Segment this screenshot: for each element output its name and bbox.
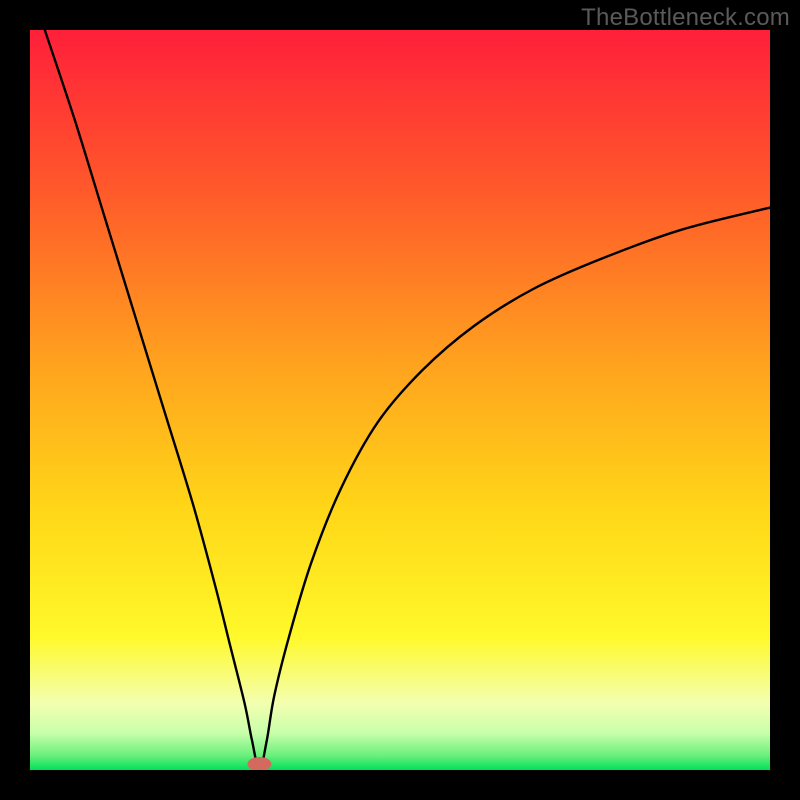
chart-frame: TheBottleneck.com [0,0,800,800]
watermark-text: TheBottleneck.com [581,4,790,32]
chart-background-gradient [30,30,770,770]
bottleneck-chart [30,30,770,770]
